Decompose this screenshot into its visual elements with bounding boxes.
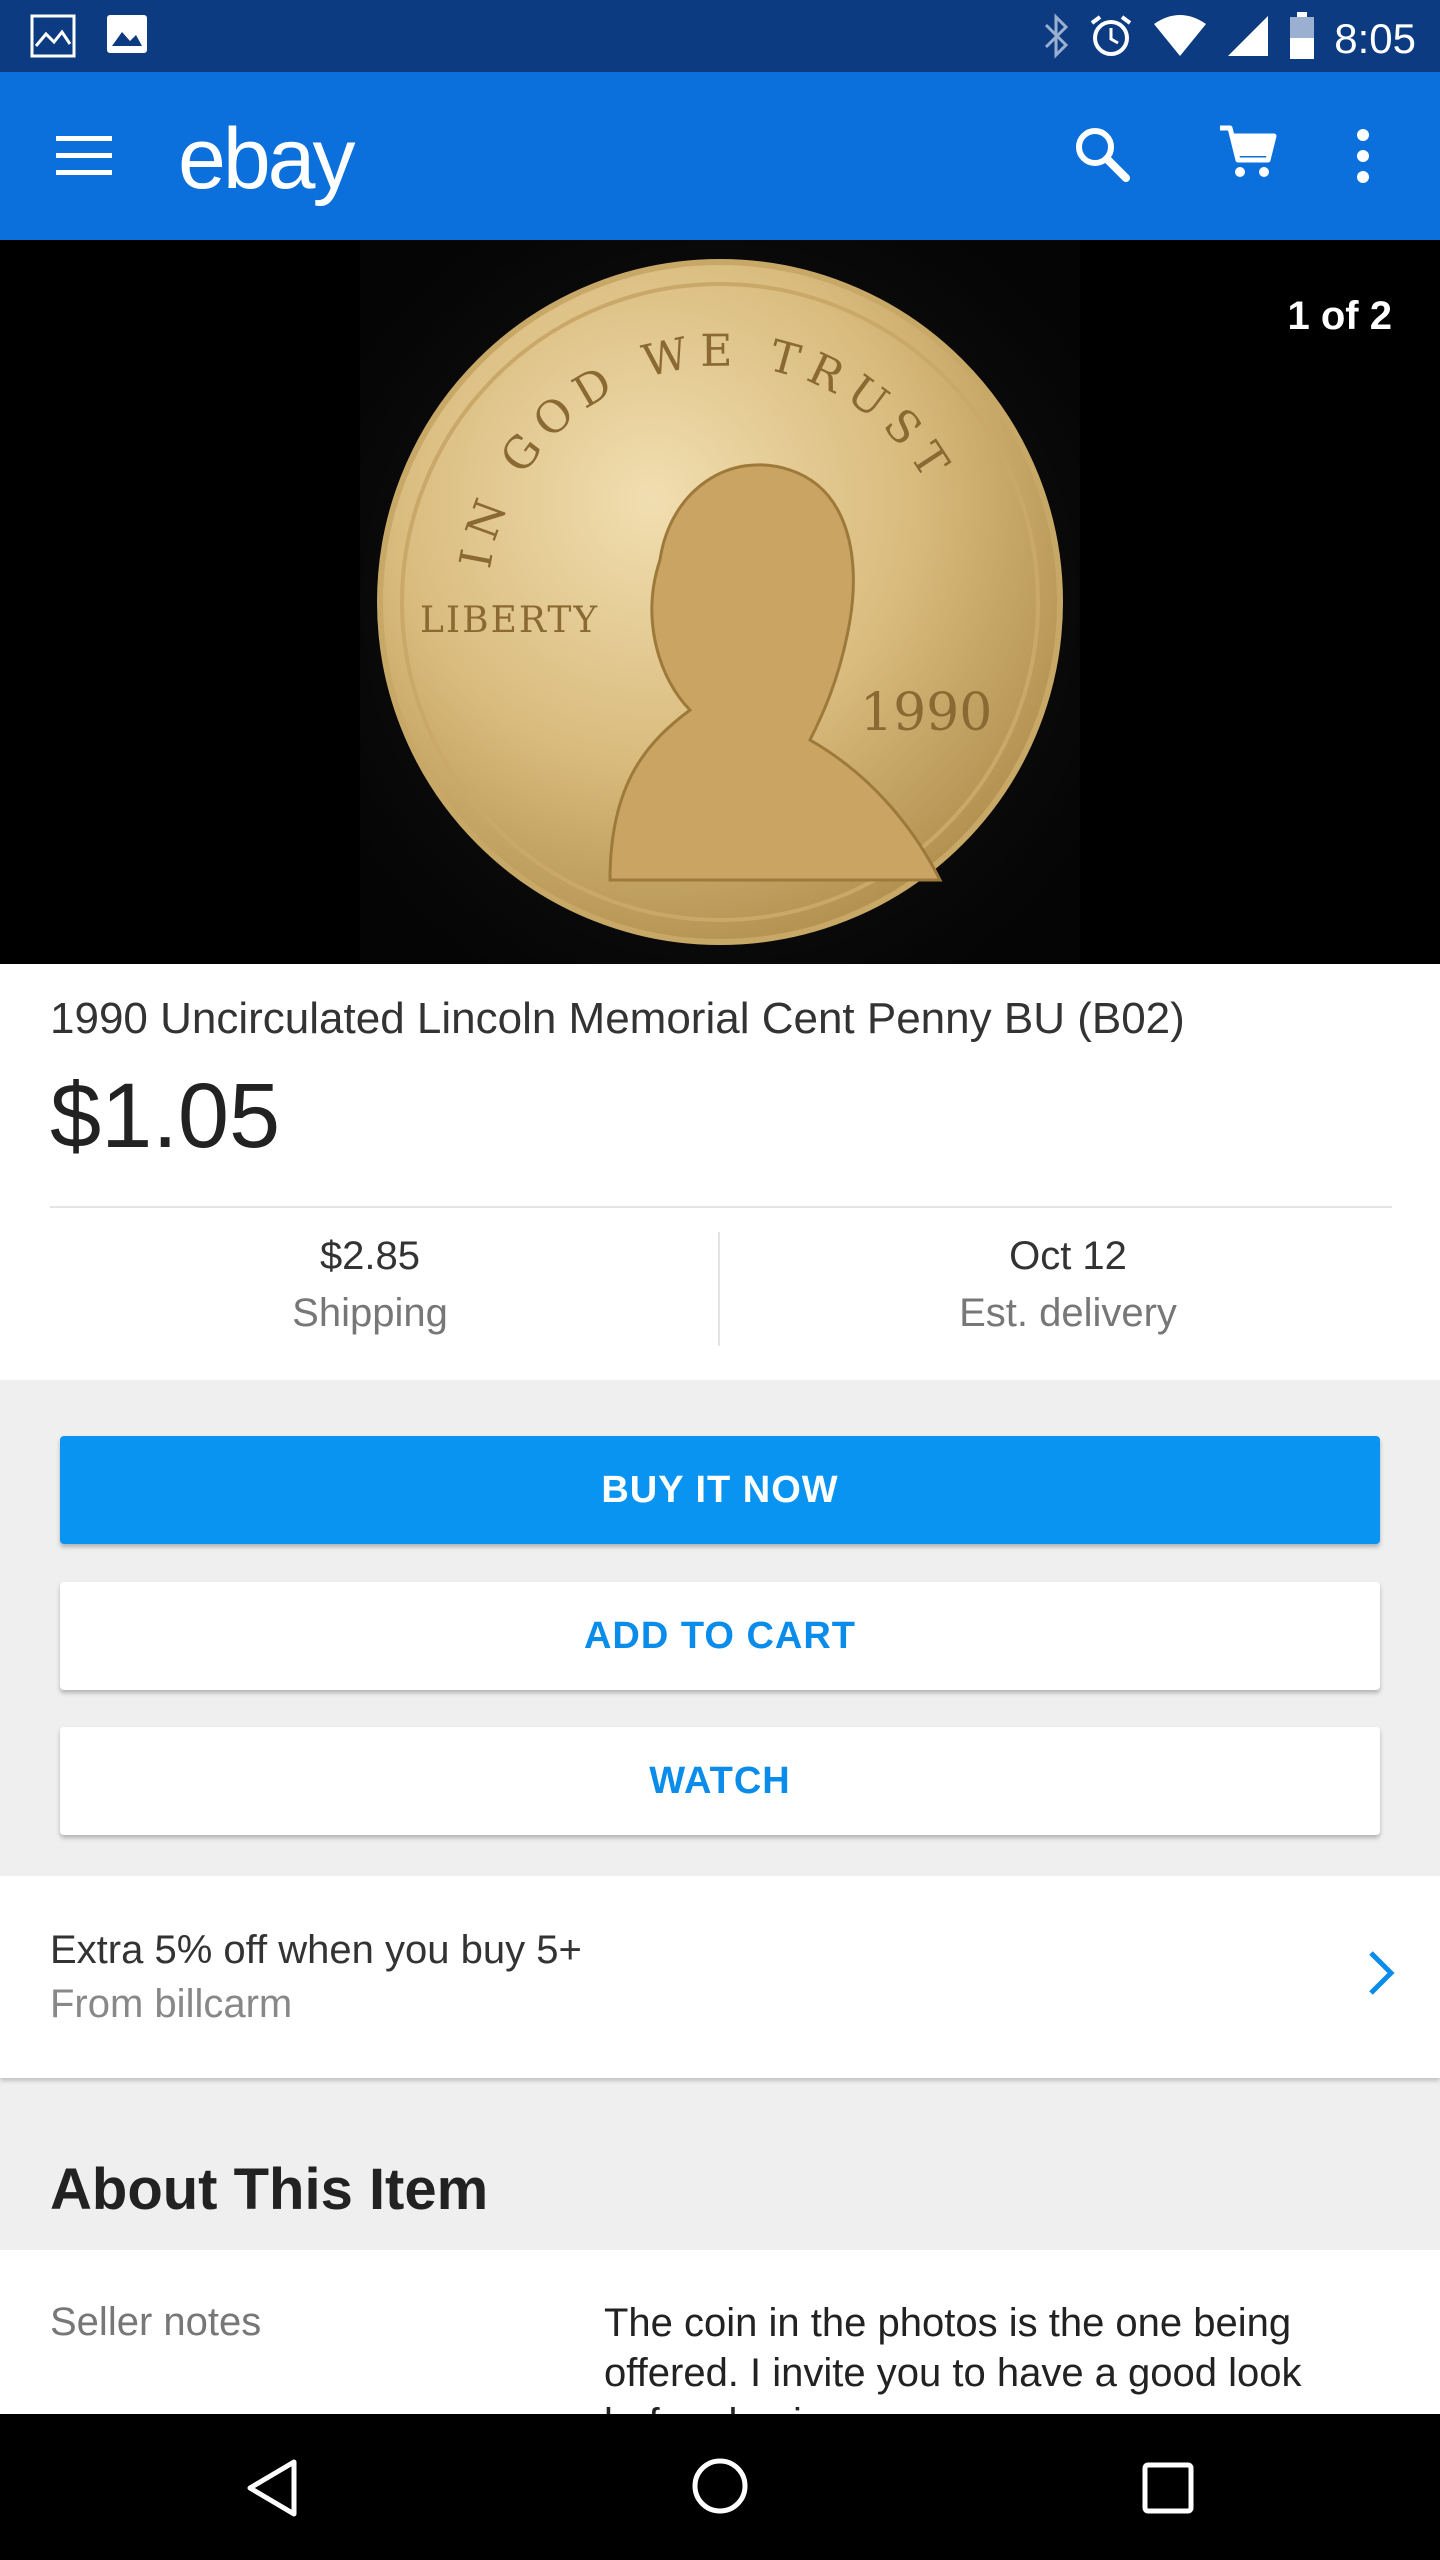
battery-icon [1288,12,1316,65]
seller-notes-text: The coin in the photos is the one being … [604,2301,1302,2414]
shipping-label: Shipping [292,1291,448,1335]
bluetooth-icon [1042,13,1070,64]
back-icon[interactable] [244,2458,300,2523]
coin-year: 1990 [860,683,992,743]
delivery-value: Oct 12 [1009,1234,1127,1278]
more-vert-icon[interactable] [1356,128,1370,189]
about-heading: About This Item [50,2157,489,2222]
wifi-icon [1152,14,1208,63]
status-time: 8:05 [1334,14,1416,62]
home-icon[interactable] [690,2456,750,2521]
cart-icon[interactable] [1218,122,1278,187]
menu-icon[interactable] [56,136,112,176]
shipping-value: $2.85 [319,1234,421,1278]
delivery-label: Est. delivery [959,1291,1177,1335]
shipping-info: $2.85 Shipping [20,1234,720,1336]
promo-offer-row[interactable]: Extra 5% off when you buy 5+ From billca… [0,1876,1440,2078]
coin-liberty: LIBERTY [420,600,599,641]
signal-icon [1226,14,1270,63]
alarm-icon [1088,13,1134,64]
item-title: 1990 Uncirculated Lincoln Memorial Cent … [50,994,1185,1043]
chevron-right-icon[interactable] [1366,1948,1396,2003]
recents-icon[interactable] [1140,2460,1196,2521]
buy-it-now-button[interactable]: BUY IT NOW [60,1436,1380,1544]
item-summary: 1990 Uncirculated Lincoln Memorial Cent … [0,964,1440,1380]
add-to-cart-button[interactable]: ADD TO CART [60,1582,1380,1690]
status-bar: 8:05 [0,0,1440,72]
watch-button[interactable]: WATCH [60,1727,1380,1835]
item-price: $1.05 [50,1065,281,1167]
image-page-indicator: 1 of 2 [1287,294,1392,338]
gallery-notification-icon [30,14,76,63]
coin-photo: IN GOD WE TRUST LIBERTY 1990 [360,240,1080,964]
ebay-logo[interactable]: ebay [178,110,355,209]
image-notification-icon [106,14,148,63]
search-icon[interactable] [1072,124,1132,189]
promo-seller: From billcarm [50,1982,293,2026]
delivery-info: Oct 12 Est. delivery [718,1234,1418,1336]
seller-notes-label: Seller notes [50,2300,262,2344]
promo-title: Extra 5% off when you buy 5+ [50,1928,582,1972]
app-bar: ebay [0,72,1440,240]
system-nav-bar [0,2414,1440,2560]
seller-notes-row: Seller notes The coin in the photos is t… [0,2250,1440,2414]
item-image-gallery[interactable]: IN GOD WE TRUST LIBERTY 1990 1 of 2 [0,240,1440,964]
divider [50,1206,1392,1208]
